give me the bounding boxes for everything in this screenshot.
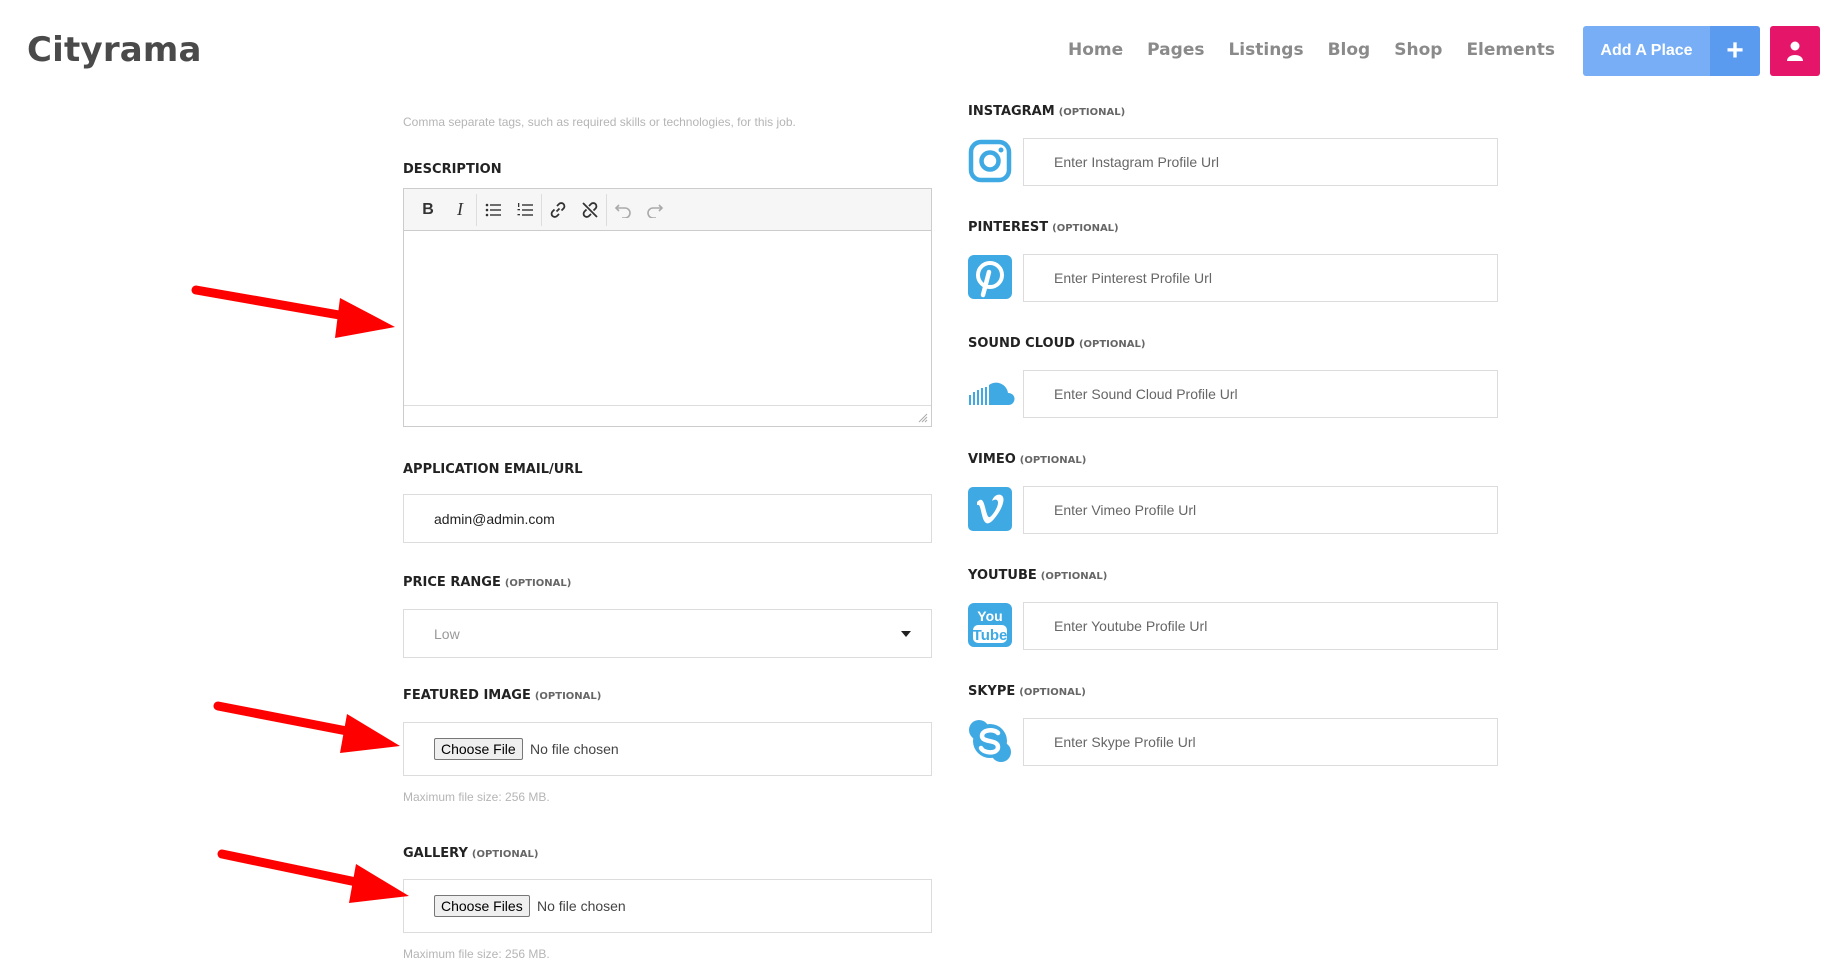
featured-image-field: Choose File No file chosen	[403, 722, 932, 776]
caret-down-icon	[901, 631, 911, 637]
soundcloud-placeholder: Enter Sound Cloud Profile Url	[1054, 386, 1238, 402]
vimeo-label-text: VIMEO	[968, 452, 1016, 467]
instagram-label-text: INSTAGRAM	[968, 104, 1055, 119]
instagram-placeholder: Enter Instagram Profile Url	[1054, 154, 1219, 170]
italic-icon[interactable]: I	[444, 195, 476, 225]
user-icon	[1787, 41, 1803, 61]
plus-icon[interactable]: +	[1710, 26, 1760, 76]
youtube-label: YOUTUBE (OPTIONAL)	[968, 568, 1107, 583]
skype-icon	[968, 719, 1012, 763]
skype-placeholder: Enter Skype Profile Url	[1054, 734, 1196, 750]
pinterest-label-text: PINTEREST	[968, 220, 1049, 235]
price-range-label: PRICE RANGE (OPTIONAL)	[403, 575, 571, 590]
pinterest-label: PINTEREST (OPTIONAL)	[968, 220, 1119, 235]
undo-icon[interactable]	[607, 195, 639, 225]
featured-file-status: No file chosen	[530, 741, 619, 757]
price-range-select[interactable]: Low	[403, 609, 932, 658]
youtube-placeholder: Enter Youtube Profile Url	[1054, 618, 1208, 634]
vimeo-icon	[968, 487, 1012, 531]
youtube-icon: You Tube	[968, 603, 1012, 647]
instagram-icon	[968, 139, 1012, 183]
tags-hint: Comma separate tags, such as required sk…	[403, 115, 796, 129]
email-field[interactable]: admin@admin.com	[403, 494, 932, 543]
description-textarea[interactable]	[404, 231, 931, 407]
instagram-label: INSTAGRAM (OPTIONAL)	[968, 104, 1125, 119]
price-range-value: Low	[434, 625, 460, 642]
editor-statusbar	[404, 405, 931, 426]
optional-tag: (OPTIONAL)	[471, 849, 539, 860]
youtube-label-text: YOUTUBE	[968, 568, 1037, 583]
redo-icon[interactable]	[639, 195, 671, 225]
nav-elements[interactable]: Elements	[1466, 40, 1555, 60]
editor-toolbar: B I	[404, 189, 931, 231]
numbered-list-icon[interactable]	[509, 195, 541, 225]
youtube-url-input[interactable]: Enter Youtube Profile Url	[1023, 602, 1498, 650]
user-button[interactable]	[1770, 26, 1820, 76]
choose-files-button[interactable]: Choose Files	[434, 895, 530, 917]
gallery-size-hint: Maximum file size: 256 MB.	[403, 947, 550, 961]
svg-text:You: You	[977, 608, 1002, 624]
optional-tag: (OPTIONAL)	[1052, 223, 1119, 234]
email-value: admin@admin.com	[434, 510, 555, 527]
optional-tag: (OPTIONAL)	[534, 691, 602, 702]
vimeo-label: VIMEO (OPTIONAL)	[968, 452, 1086, 467]
link-icon[interactable]	[542, 195, 574, 225]
nav-listings[interactable]: Listings	[1228, 40, 1303, 60]
pinterest-placeholder: Enter Pinterest Profile Url	[1054, 270, 1212, 286]
optional-tag: (OPTIONAL)	[1078, 339, 1146, 350]
annotation-arrow	[213, 701, 400, 753]
unlink-icon[interactable]	[574, 195, 606, 225]
main-nav: Home Pages Listings Blog Shop Elements	[1044, 40, 1555, 60]
gallery-file-status: No file chosen	[537, 898, 626, 914]
nav-shop[interactable]: Shop	[1394, 40, 1442, 60]
nav-pages[interactable]: Pages	[1147, 40, 1204, 60]
featured-size-hint: Maximum file size: 256 MB.	[403, 790, 550, 804]
gallery-label-text: GALLERY	[403, 846, 468, 861]
price-range-label-text: PRICE RANGE	[403, 575, 501, 590]
choose-file-button[interactable]: Choose File	[434, 738, 523, 760]
annotation-arrow	[191, 285, 395, 338]
description-editor: B I	[403, 188, 932, 427]
vimeo-url-input[interactable]: Enter Vimeo Profile Url	[1023, 486, 1498, 534]
optional-tag: (OPTIONAL)	[1040, 571, 1108, 582]
description-label: DESCRIPTION	[403, 162, 502, 177]
nav-blog[interactable]: Blog	[1328, 40, 1371, 60]
featured-image-label: FEATURED IMAGE (OPTIONAL)	[403, 688, 601, 703]
resize-handle-icon[interactable]	[918, 413, 928, 423]
instagram-url-input[interactable]: Enter Instagram Profile Url	[1023, 138, 1498, 186]
add-place-button[interactable]: Add A Place +	[1583, 26, 1760, 76]
skype-label: SKYPE (OPTIONAL)	[968, 684, 1086, 699]
optional-tag: (OPTIONAL)	[1019, 687, 1086, 698]
annotation-arrow	[217, 849, 409, 903]
skype-label-text: SKYPE	[968, 684, 1016, 699]
logo[interactable]: Cityrama	[27, 30, 202, 70]
gallery-label: GALLERY (OPTIONAL)	[403, 846, 538, 861]
soundcloud-icon	[968, 371, 1018, 415]
skype-url-input[interactable]: Enter Skype Profile Url	[1023, 718, 1498, 766]
pinterest-icon	[968, 255, 1012, 299]
email-label: APPLICATION EMAIL/URL	[403, 462, 583, 477]
vimeo-placeholder: Enter Vimeo Profile Url	[1054, 502, 1197, 518]
bold-icon[interactable]: B	[412, 195, 444, 225]
soundcloud-label: SOUND CLOUD (OPTIONAL)	[968, 336, 1145, 351]
featured-image-label-text: FEATURED IMAGE	[403, 688, 531, 703]
optional-tag: (OPTIONAL)	[1058, 107, 1126, 118]
pinterest-url-input[interactable]: Enter Pinterest Profile Url	[1023, 254, 1498, 302]
soundcloud-label-text: SOUND CLOUD	[968, 336, 1075, 351]
nav-home[interactable]: Home	[1068, 40, 1123, 60]
bullet-list-icon[interactable]	[477, 195, 509, 225]
svg-text:Tube: Tube	[973, 627, 1008, 644]
optional-tag: (OPTIONAL)	[1019, 455, 1087, 466]
add-place-label[interactable]: Add A Place	[1583, 26, 1710, 76]
optional-tag: (OPTIONAL)	[504, 578, 572, 589]
gallery-field: Choose Files No file chosen	[403, 879, 932, 933]
soundcloud-url-input[interactable]: Enter Sound Cloud Profile Url	[1023, 370, 1498, 418]
